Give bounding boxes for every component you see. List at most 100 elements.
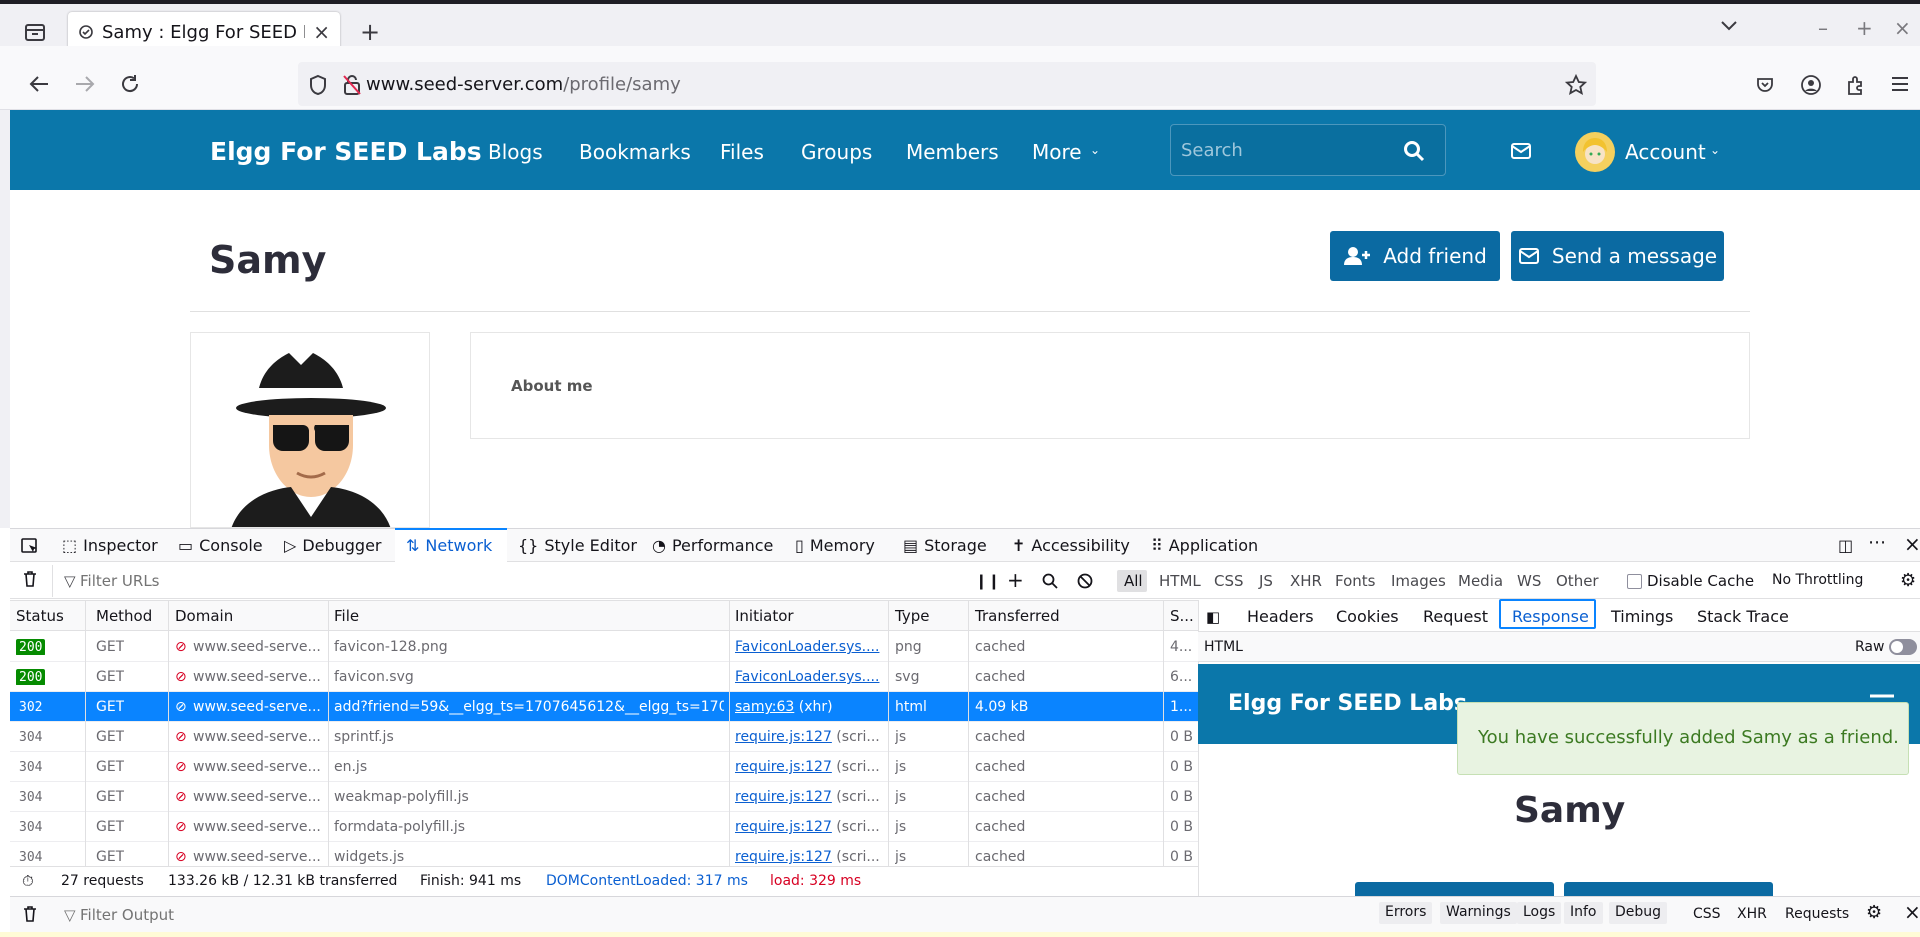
- bookmark-star-icon[interactable]: [1565, 74, 1587, 96]
- initiator-link[interactable]: require.js:127: [735, 849, 832, 865]
- menu-icon[interactable]: [1890, 76, 1910, 92]
- filter-xhr[interactable]: XHR: [1290, 572, 1322, 590]
- col-method[interactable]: Method: [96, 607, 152, 625]
- console-css[interactable]: CSS: [1693, 906, 1721, 922]
- nav-blogs[interactable]: Blogs: [488, 140, 543, 164]
- table-row[interactable]: 304 GET www.seed-serve... ⊘ sprintf.js requir…: [10, 722, 1198, 752]
- panel-tab-cookies[interactable]: Cookies: [1336, 607, 1399, 626]
- nav-bookmarks[interactable]: Bookmarks: [579, 140, 691, 164]
- table-row[interactable]: 200 GET www.seed-serve... ⊘ favicon-128.png F…: [10, 632, 1198, 662]
- table-row[interactable]: 304 GET www.seed-serve... ⊘ en.js require.js:…: [10, 752, 1198, 782]
- col-domain[interactable]: Domain: [175, 607, 233, 625]
- console-requests[interactable]: Requests: [1785, 906, 1849, 922]
- settings-gear-icon[interactable]: ⚙: [1900, 570, 1916, 591]
- initiator-link[interactable]: FaviconLoader.sys....: [735, 639, 879, 655]
- col-type[interactable]: Type: [895, 607, 929, 625]
- initiator-link[interactable]: samy:63: [735, 699, 794, 715]
- close-console-icon[interactable]: ×: [1904, 900, 1920, 924]
- console-filter-input[interactable]: Filter Output: [80, 906, 174, 924]
- url-bar[interactable]: www.seed-server.com/profile/samy: [298, 62, 1596, 106]
- console-settings-icon[interactable]: ⚙: [1866, 902, 1882, 923]
- table-row[interactable]: 304 GET www.seed-serve... ⊘ formdata-polyfil…: [10, 812, 1198, 842]
- panel-tab-response[interactable]: Response: [1512, 607, 1589, 626]
- dock-icon[interactable]: ◫: [1838, 536, 1853, 555]
- console-xhr[interactable]: XHR: [1737, 906, 1767, 922]
- tab-accessibility[interactable]: ✝ Accessibility: [1012, 536, 1130, 555]
- initiator-link[interactable]: require.js:127: [735, 789, 832, 805]
- filter-js[interactable]: JS: [1259, 572, 1273, 590]
- shield-icon[interactable]: [308, 74, 328, 96]
- maximize-icon[interactable]: +: [1856, 16, 1873, 40]
- initiator-link[interactable]: require.js:127: [735, 759, 832, 775]
- initiator-link[interactable]: require.js:127: [735, 819, 832, 835]
- close-window-icon[interactable]: ×: [1894, 16, 1911, 40]
- element-picker-icon[interactable]: [20, 537, 40, 555]
- toggle-sidebar-icon[interactable]: ◧: [1206, 608, 1220, 626]
- console-info[interactable]: Info: [1564, 902, 1603, 924]
- filter-all[interactable]: All: [1124, 572, 1143, 590]
- more-options-icon[interactable]: ⋯: [1868, 532, 1886, 553]
- panel-tab-request[interactable]: Request: [1423, 607, 1488, 626]
- extensions-icon[interactable]: [1845, 74, 1867, 96]
- send-message-button[interactable]: Send a message: [1511, 231, 1724, 281]
- tab-network[interactable]: ⇅ Network: [406, 536, 492, 555]
- col-size[interactable]: S...: [1170, 607, 1194, 625]
- console-warnings[interactable]: Warnings: [1440, 902, 1517, 924]
- minimize-icon[interactable]: –: [1818, 16, 1828, 40]
- pocket-icon[interactable]: [1755, 75, 1775, 95]
- col-initiator[interactable]: Initiator: [735, 607, 794, 625]
- table-row[interactable]: 302 GET www.seed-serve... ⊘ add?friend=59&__…: [10, 692, 1198, 722]
- console-debug[interactable]: Debug: [1609, 902, 1668, 924]
- filter-css[interactable]: CSS: [1214, 572, 1244, 590]
- tab-storage[interactable]: ▤ Storage: [903, 536, 987, 555]
- account-menu[interactable]: Account: [1625, 140, 1706, 164]
- disable-cache-checkbox[interactable]: [1627, 574, 1642, 589]
- block-icon[interactable]: [1077, 573, 1093, 589]
- col-transferred[interactable]: Transferred: [975, 607, 1060, 625]
- avatar[interactable]: [1575, 132, 1615, 172]
- nav-more[interactable]: More: [1032, 140, 1082, 164]
- panel-tab-stack-trace[interactable]: Stack Trace: [1697, 607, 1789, 626]
- filter-media[interactable]: Media: [1458, 572, 1503, 590]
- panel-tab-timings[interactable]: Timings: [1611, 607, 1673, 626]
- search-icon[interactable]: [1403, 140, 1425, 162]
- pause-icon[interactable]: ❙❙: [975, 572, 1000, 590]
- tab-application[interactable]: ⠿ Application: [1151, 536, 1258, 555]
- tab-memory[interactable]: ▯ Memory: [795, 536, 875, 555]
- col-status[interactable]: Status: [16, 607, 64, 625]
- nav-groups[interactable]: Groups: [801, 140, 872, 164]
- table-row[interactable]: 200 GET www.seed-serve... ⊘ favicon.svg Favic…: [10, 662, 1198, 692]
- close-devtools-icon[interactable]: ×: [1904, 532, 1920, 556]
- filter-ws[interactable]: WS: [1517, 572, 1541, 590]
- filter-images[interactable]: Images: [1391, 572, 1446, 590]
- filter-urls-input[interactable]: Filter URLs: [80, 572, 160, 590]
- forward-icon[interactable]: [74, 74, 96, 94]
- clear-console-icon[interactable]: [22, 905, 38, 923]
- tab-close-icon[interactable]: ×: [313, 20, 330, 44]
- search-requests-icon[interactable]: [1042, 573, 1058, 589]
- tab-debugger[interactable]: ▷ Debugger: [284, 536, 382, 555]
- filter-html[interactable]: HTML: [1159, 572, 1201, 590]
- tab-manager-icon[interactable]: [24, 22, 46, 42]
- reload-icon[interactable]: [119, 73, 141, 95]
- console-errors[interactable]: Errors: [1379, 902, 1433, 924]
- throttling-select[interactable]: No Throttling: [1772, 572, 1863, 588]
- add-friend-button[interactable]: Add friend: [1330, 231, 1500, 281]
- initiator-link[interactable]: require.js:127: [735, 729, 832, 745]
- back-icon[interactable]: [28, 74, 50, 94]
- filter-fonts[interactable]: Fonts: [1335, 572, 1375, 590]
- initiator-link[interactable]: FaviconLoader.sys....: [735, 669, 879, 685]
- tab-inspector[interactable]: ⬚ Inspector: [62, 536, 158, 555]
- site-brand[interactable]: Elgg For SEED Labs: [210, 137, 482, 166]
- add-icon[interactable]: +: [1007, 568, 1024, 592]
- insecure-lock-icon[interactable]: [342, 74, 362, 96]
- nav-members[interactable]: Members: [906, 140, 999, 164]
- tab-console[interactable]: ▭ Console: [178, 536, 263, 555]
- raw-toggle[interactable]: [1889, 639, 1917, 655]
- panel-tab-headers[interactable]: Headers: [1247, 607, 1314, 626]
- account-circle-icon[interactable]: [1800, 74, 1822, 96]
- trash-icon[interactable]: [22, 570, 38, 588]
- mail-icon[interactable]: [1510, 142, 1532, 160]
- nav-files[interactable]: Files: [720, 140, 764, 164]
- new-tab-button[interactable]: +: [360, 18, 380, 46]
